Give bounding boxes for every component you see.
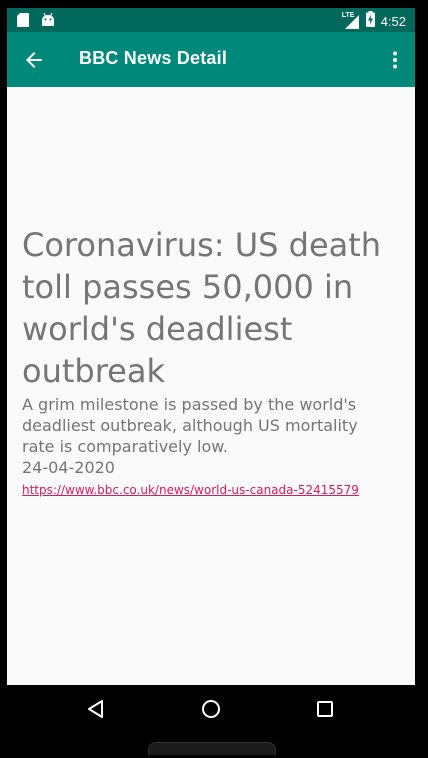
nav-home-button[interactable]	[199, 697, 223, 721]
app-bar: BBC News Detail	[7, 32, 415, 87]
device-bottom-bezel	[148, 742, 276, 755]
article-summary: A grim milestone is passed by the world'…	[22, 395, 358, 456]
home-circle-icon	[202, 700, 220, 718]
article-link[interactable]: https://www.bbc.co.uk/news/world-us-cana…	[22, 483, 359, 497]
status-left-icons	[17, 12, 55, 31]
nav-recents-button[interactable]	[313, 697, 337, 721]
phone-screen: LTE 4:52 BBC News Detail Coronavirus: US…	[7, 8, 415, 758]
nav-back-button[interactable]	[84, 697, 108, 721]
android-icon	[41, 12, 55, 31]
navigation-bar	[7, 685, 415, 733]
status-time: 4:52	[380, 13, 406, 29]
back-button[interactable]	[22, 48, 46, 72]
sd-card-icon	[17, 12, 29, 31]
arrow-back-icon	[26, 52, 42, 68]
status-right-icons: LTE 4:52	[342, 11, 406, 31]
article-content: Coronavirus: US death toll passes 50,000…	[7, 87, 415, 685]
page-title: BBC News Detail	[79, 48, 228, 68]
article-headline: Coronavirus: US death toll passes 50,000…	[22, 226, 382, 390]
recents-square-icon	[317, 701, 333, 717]
status-bar: LTE 4:52	[7, 8, 415, 32]
battery-charging-icon	[365, 11, 375, 31]
more-vert-icon	[393, 51, 397, 69]
article-date: 24-04-2020	[22, 458, 115, 477]
lte-signal-icon: LTE	[342, 12, 360, 29]
back-triangle-icon	[88, 700, 103, 718]
overflow-menu-button[interactable]	[383, 48, 407, 72]
